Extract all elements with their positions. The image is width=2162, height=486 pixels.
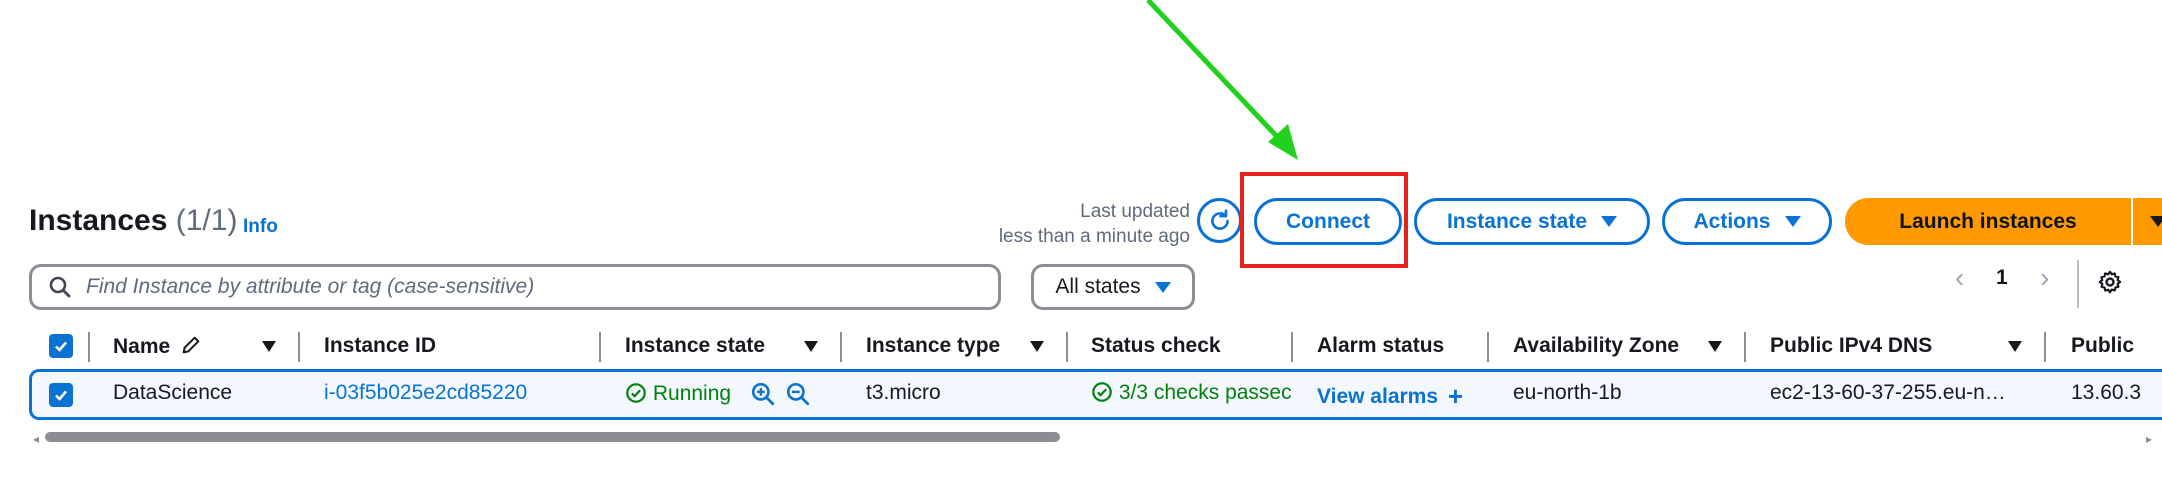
column-header-name[interactable]: Name bbox=[113, 334, 202, 359]
column-divider bbox=[298, 332, 300, 362]
sort-caret-icon[interactable] bbox=[1708, 341, 1722, 352]
annotation-arrow bbox=[1146, 0, 1298, 160]
actions-label: Actions bbox=[1693, 209, 1771, 233]
column-divider bbox=[1487, 332, 1489, 362]
zoom-out-icon bbox=[786, 382, 810, 406]
caret-down-icon bbox=[1154, 281, 1171, 293]
pager-divider bbox=[2077, 260, 2079, 308]
launch-options-button[interactable] bbox=[2133, 198, 2162, 245]
caret-down-icon bbox=[1601, 216, 1618, 227]
scroll-left-icon[interactable]: ◂ bbox=[33, 432, 39, 446]
search-input[interactable]: Find Instance by attribute or tag (case-… bbox=[29, 264, 1001, 310]
scroll-right-icon[interactable]: ▸ bbox=[2146, 432, 2152, 446]
zoom-out-button[interactable] bbox=[785, 381, 811, 412]
info-link[interactable]: Info bbox=[243, 216, 278, 238]
check-icon bbox=[55, 390, 67, 401]
horizontal-scrollbar-thumb[interactable] bbox=[45, 432, 1060, 442]
sort-caret-icon[interactable] bbox=[1030, 341, 1044, 352]
refresh-button[interactable] bbox=[1197, 198, 1242, 243]
column-header-status-check[interactable]: Status check bbox=[1091, 334, 1221, 358]
availability-zone-value: eu-north-1b bbox=[1513, 381, 1622, 404]
caret-down-icon bbox=[2150, 216, 2162, 227]
connect-highlight-box bbox=[1240, 172, 1408, 268]
view-alarms-label: View alarms bbox=[1317, 385, 1439, 408]
column-header-public-dns[interactable]: Public IPv4 DNS bbox=[1770, 334, 1932, 358]
sort-caret-icon[interactable] bbox=[262, 341, 276, 352]
next-page-icon[interactable]: › bbox=[2040, 262, 2049, 294]
settings-button[interactable] bbox=[2097, 269, 2123, 300]
status-check-text: 3/3 checks passec bbox=[1118, 381, 1291, 404]
row-checkbox[interactable] bbox=[49, 383, 73, 407]
instance-state-value: Running bbox=[652, 382, 732, 405]
last-updated-label: Last updated bbox=[1080, 201, 1190, 222]
title-text: Instances bbox=[29, 204, 168, 237]
column-divider bbox=[1744, 332, 1746, 362]
check-circle-icon bbox=[1092, 382, 1112, 402]
page-title: Instances (1/1) bbox=[29, 203, 237, 239]
refresh-icon bbox=[1210, 208, 1229, 230]
instance-id-link[interactable]: i-03f5b025e2cd85220 bbox=[324, 381, 527, 405]
edit-icon bbox=[182, 336, 200, 354]
column-header-label: Name bbox=[113, 335, 171, 358]
instance-state-dropdown[interactable]: Instance state bbox=[1414, 198, 1650, 245]
column-divider bbox=[840, 332, 842, 362]
sort-caret-icon[interactable] bbox=[2008, 341, 2022, 352]
status-check-value: 3/3 checks passec bbox=[1091, 381, 1291, 405]
instance-type-value: t3.micro bbox=[866, 381, 941, 404]
last-updated-value: less than a minute ago bbox=[998, 226, 1190, 247]
column-header-instance-state[interactable]: Instance state bbox=[625, 334, 765, 358]
public-ip-value: 13.60.3 bbox=[2071, 381, 2142, 404]
check-circle-icon bbox=[626, 383, 646, 403]
column-divider bbox=[88, 332, 90, 362]
column-header-instance-type[interactable]: Instance type bbox=[866, 334, 1000, 358]
gear-icon bbox=[2098, 270, 2122, 294]
column-divider bbox=[599, 332, 601, 362]
column-header-instance-id[interactable]: Instance ID bbox=[324, 334, 436, 358]
column-header-alarm-status[interactable]: Alarm status bbox=[1317, 334, 1444, 358]
column-divider bbox=[2044, 332, 2046, 362]
actions-dropdown[interactable]: Actions bbox=[1662, 198, 1832, 245]
public-dns-value: ec2-13-60-37-255.eu-n… bbox=[1770, 381, 2006, 404]
plus-icon: + bbox=[1447, 381, 1464, 411]
caret-down-icon bbox=[1784, 216, 1801, 227]
column-divider bbox=[1291, 332, 1293, 362]
prev-page-icon[interactable]: ‹ bbox=[1955, 262, 1964, 294]
view-alarms-link[interactable]: View alarms + bbox=[1317, 381, 1463, 412]
column-header-public-ip[interactable]: Public bbox=[2071, 334, 2134, 358]
state-filter-value: All states bbox=[1055, 275, 1141, 298]
zoom-in-button[interactable] bbox=[750, 381, 776, 412]
instance-name: DataScience bbox=[113, 381, 233, 404]
search-icon bbox=[49, 276, 71, 298]
check-icon bbox=[55, 341, 67, 352]
current-page[interactable]: 1 bbox=[1996, 266, 2008, 290]
sort-caret-icon[interactable] bbox=[804, 341, 818, 352]
launch-label: Launch instances bbox=[1899, 209, 2077, 233]
column-header-availability-zone[interactable]: Availability Zone bbox=[1513, 334, 1679, 358]
instance-state-label: Instance state bbox=[1446, 209, 1588, 233]
launch-instances-button[interactable]: Launch instances bbox=[1845, 198, 2131, 245]
search-placeholder: Find Instance by attribute or tag (case-… bbox=[86, 275, 535, 298]
select-all-checkbox[interactable] bbox=[49, 334, 73, 358]
column-divider bbox=[1066, 332, 1068, 362]
instance-state-status: Running bbox=[625, 382, 731, 406]
zoom-in-icon bbox=[751, 382, 775, 406]
state-filter-select[interactable]: All states bbox=[1031, 264, 1195, 310]
last-updated: Last updated less than a minute ago bbox=[990, 199, 1190, 249]
instance-count: (1/1) bbox=[175, 204, 238, 237]
